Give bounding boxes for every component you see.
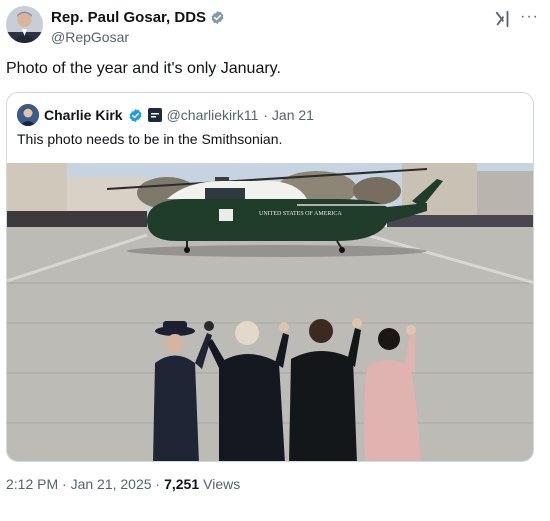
views-label: Views <box>203 476 241 492</box>
author-name[interactable]: Rep. Paul Gosar, DDS <box>51 9 206 26</box>
post-text: Photo of the year and it's only January. <box>6 60 281 77</box>
author-handle[interactable]: @RepGosar <box>51 29 225 45</box>
quoted-author-name[interactable]: Charlie Kirk <box>44 107 123 123</box>
quoted-post-photo[interactable]: UNITED STATES OF AMERICA <box>7 163 534 462</box>
grok-icon[interactable] <box>494 10 512 28</box>
quoted-post-header: Charlie Kirk @charliekirk11 · Jan 21 <box>17 104 314 126</box>
author-avatar[interactable] <box>6 6 43 43</box>
quoted-post-text: This photo needs to be in the Smithsonia… <box>17 131 283 147</box>
quoted-author-avatar[interactable] <box>17 104 39 126</box>
verified-badge-icon <box>211 10 224 24</box>
quoted-post[interactable]: Charlie Kirk @charliekirk11 · Jan 21 Thi… <box>6 92 534 462</box>
quoted-author-handle[interactable]: @charliekirk11 <box>167 107 259 123</box>
helicopter-text: UNITED STATES OF AMERICA <box>259 211 342 217</box>
affiliation-badge-icon <box>147 108 162 122</box>
post-meta: 2:12 PM · Jan 21, 2025 · 7,251 Views <box>6 476 240 492</box>
quoted-post-date[interactable]: · Jan 21 <box>263 107 314 123</box>
more-icon[interactable]: ··· <box>520 9 540 28</box>
author-info: Rep. Paul Gosar, DDS @RepGosar <box>51 8 225 45</box>
post-header: Rep. Paul Gosar, DDS @RepGosar ··· <box>6 6 544 46</box>
post-timestamp[interactable]: 2:12 PM · Jan 21, 2025 · <box>6 476 160 492</box>
views-count: 7,251 <box>164 476 200 492</box>
verified-badge-icon <box>129 108 142 122</box>
